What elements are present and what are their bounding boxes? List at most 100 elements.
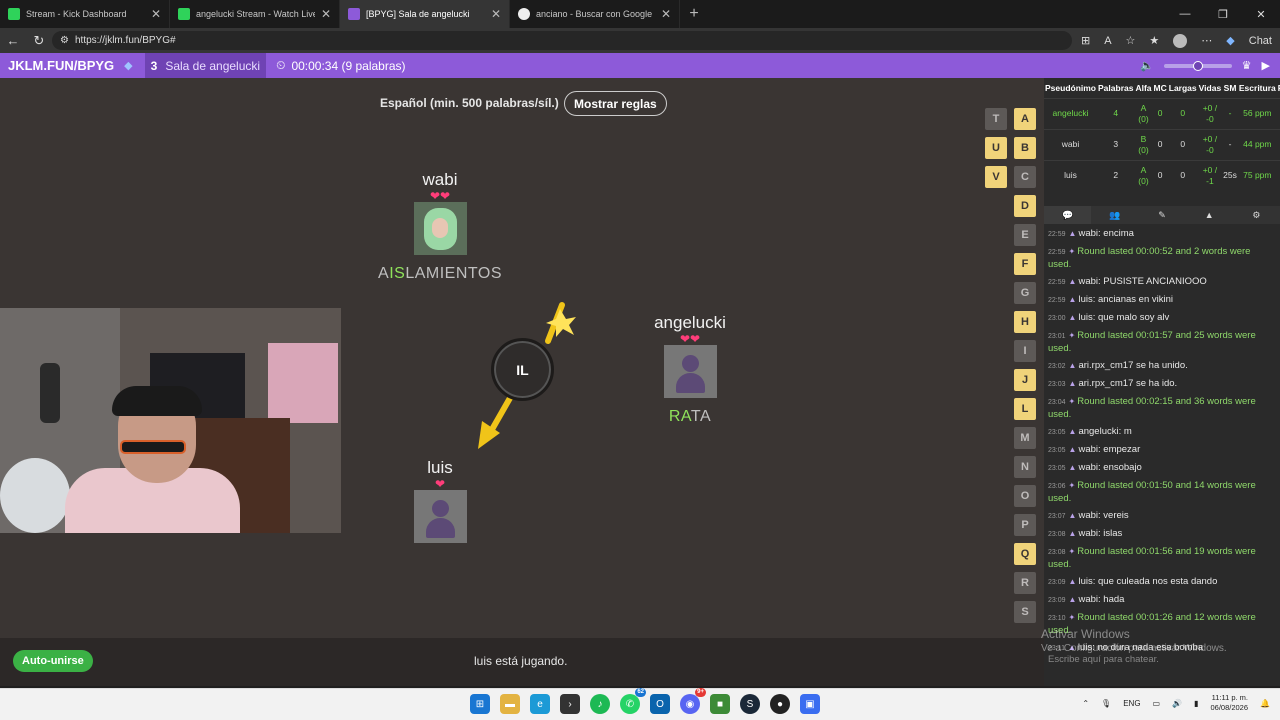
close-tab-icon[interactable]: ✕ xyxy=(151,7,161,21)
show-hidden-icons[interactable]: ⌃ xyxy=(1082,699,1089,708)
tab-google-search[interactable]: anciano - Buscar con Google ✕ xyxy=(510,0,680,28)
chat-input[interactable]: Escribe aquí para chatear. xyxy=(1048,654,1159,665)
chat-username[interactable]: wabi xyxy=(1078,228,1098,239)
chat-message: 23:09 ▲ luis: que culeada nos esta dando xyxy=(1048,576,1274,589)
user-badge-icon: ▲ xyxy=(1068,529,1077,538)
user-badge-icon: ▲ xyxy=(1068,379,1077,388)
app-available-icon[interactable]: ⊞ xyxy=(1081,34,1090,47)
chat-message: 23:07 ▲ wabi: vereis xyxy=(1048,510,1274,523)
steam-icon[interactable]: S xyxy=(740,694,760,714)
profile-avatar[interactable] xyxy=(1173,33,1188,48)
copilot-icon[interactable]: ◆ xyxy=(1226,34,1234,47)
input-language[interactable]: ENG xyxy=(1123,699,1140,708)
chat-username[interactable]: luis xyxy=(1078,312,1092,323)
chat-timestamp: 23:06 xyxy=(1048,483,1066,490)
chat-username[interactable]: luis xyxy=(1078,576,1092,587)
settings-tab-icon[interactable]: ⚙ xyxy=(1233,206,1280,224)
tab-jklm-room[interactable]: [BPYG] Sala de angelucki ✕ xyxy=(340,0,510,28)
jklm-icon xyxy=(348,8,360,20)
close-tab-icon[interactable]: ✕ xyxy=(661,7,671,21)
minecraft-icon[interactable]: ■ xyxy=(710,694,730,714)
scoreboard-table: Pseudónimo Palabras Alfa MC Largas Vidas… xyxy=(1044,78,1280,191)
column-header[interactable]: Pseudónimo xyxy=(1044,78,1097,98)
app-icon[interactable]: ▣ xyxy=(800,694,820,714)
chat-timestamp: 23:08 xyxy=(1048,549,1066,556)
column-header[interactable]: Vidas xyxy=(1198,78,1223,98)
lives-hearts: ❤❤ xyxy=(679,332,701,346)
clock-time: 11:11 p. m. xyxy=(1211,693,1249,702)
column-header[interactable]: Alfa xyxy=(1134,78,1152,98)
whatsapp-icon[interactable]: ✆ 62 xyxy=(620,688,646,714)
webcam-person-hair xyxy=(112,386,202,416)
column-header[interactable]: SM xyxy=(1222,78,1238,98)
players-tab-icon[interactable]: 👥 xyxy=(1091,206,1138,224)
edge-icon[interactable]: e xyxy=(530,694,550,714)
file-explorer-icon[interactable]: ▬ xyxy=(500,694,520,714)
outlook-icon[interactable]: O xyxy=(650,694,670,714)
chat-username[interactable]: wabi xyxy=(1078,510,1098,521)
speaker-icon[interactable]: 🔊 xyxy=(1172,699,1182,708)
more-options-icon[interactable]: ⋯ xyxy=(1201,34,1212,47)
stats-tab-icon[interactable]: ▲ xyxy=(1186,206,1233,224)
close-tab-icon[interactable]: ✕ xyxy=(321,7,331,21)
notifications-icon[interactable]: 🔔 xyxy=(1260,699,1270,708)
terminal-icon[interactable]: › xyxy=(560,694,580,714)
back-icon[interactable]: ← xyxy=(0,33,26,48)
chat-username[interactable]: angelucki xyxy=(1078,426,1118,437)
collapse-sidebar-icon[interactable]: ▶ xyxy=(1262,59,1270,72)
volume-slider[interactable] xyxy=(1163,60,1232,71)
chat-username[interactable]: luis xyxy=(1078,294,1092,305)
column-header[interactable]: Largas xyxy=(1168,78,1198,98)
chat-username[interactable]: wabi xyxy=(1078,528,1098,539)
browser-tab-bar: Stream - Kick Dashboard ✕ angelucki Stre… xyxy=(0,0,1280,28)
volume-knob[interactable] xyxy=(1192,60,1203,71)
chat-timestamp: 23:09 xyxy=(1048,579,1066,586)
chat-timestamp: 23:05 xyxy=(1048,429,1066,436)
favorites-icon[interactable]: ★ xyxy=(1149,34,1159,47)
bonus-letter-e: E xyxy=(1014,224,1036,246)
dictionary-tab-icon[interactable]: ✎ xyxy=(1138,206,1185,224)
network-icon[interactable]: ▭ xyxy=(1153,699,1161,708)
bomb-round-icon: ✦ xyxy=(1068,331,1076,340)
column-header[interactable]: Escritura xyxy=(1238,78,1277,98)
auto-join-button[interactable]: Auto-unirse xyxy=(13,650,93,672)
chat-timestamp: 23:05 xyxy=(1048,447,1066,454)
tab-kick-dashboard[interactable]: Stream - Kick Dashboard ✕ xyxy=(0,0,170,28)
refresh-icon[interactable]: ↻ xyxy=(26,33,52,49)
bomb-round-icon: ✦ xyxy=(1068,397,1076,406)
bonus-letter-u: U xyxy=(985,137,1007,159)
microphone-icon[interactable]: 🎙 xyxy=(1101,699,1111,708)
lives-hearts: ❤ xyxy=(434,477,446,491)
webcam-poster xyxy=(268,343,338,423)
room-code[interactable]: JKLM.FUN/BPYG xyxy=(0,58,114,73)
system-clock[interactable]: 11:11 p. m. 06/08/2026 xyxy=(1210,693,1248,713)
chat-tab-icon[interactable]: 💬 xyxy=(1044,206,1092,224)
close-tab-icon[interactable]: ✕ xyxy=(491,7,501,21)
minimize-icon[interactable]: — xyxy=(1166,0,1204,28)
site-info-icon[interactable]: ⚙ xyxy=(60,35,69,46)
spotify-icon[interactable]: ♪ xyxy=(590,694,610,714)
tab-kick-stream[interactable]: angelucki Stream - Watch Live on Kick ✕ xyxy=(170,0,340,28)
read-aloud-icon[interactable]: A xyxy=(1104,35,1111,47)
chat-username[interactable]: wabi xyxy=(1078,594,1098,605)
maximize-icon[interactable]: ❐ xyxy=(1204,0,1242,28)
battery-icon[interactable]: ▮ xyxy=(1194,699,1198,708)
column-header[interactable]: MC xyxy=(1153,78,1168,98)
crown-icon[interactable]: ♛ xyxy=(1242,59,1252,72)
column-header[interactable]: Palabras xyxy=(1097,78,1134,98)
show-rules-button[interactable]: Mostrar reglas xyxy=(564,91,667,116)
chat-username[interactable]: wabi xyxy=(1078,462,1098,473)
chat-username[interactable]: wabi xyxy=(1078,444,1098,455)
bomb-fuse-icon xyxy=(545,302,576,344)
new-tab-button[interactable]: + xyxy=(680,0,708,28)
discord-icon[interactable]: ◉ 9+ xyxy=(680,688,706,714)
chat-username[interactable]: wabi xyxy=(1078,276,1098,287)
default-avatar-body xyxy=(675,373,705,393)
close-window-icon[interactable]: ✕ xyxy=(1242,0,1280,28)
start-menu-icon[interactable]: ⊞ xyxy=(470,694,490,714)
url-field[interactable]: ⚙ https://jklm.fun/BPYG# xyxy=(52,31,1072,50)
favorite-star-icon[interactable]: ☆ xyxy=(1126,34,1136,47)
chat-button[interactable]: Chat xyxy=(1249,35,1272,47)
volume-icon[interactable]: 🔈 xyxy=(1140,59,1154,72)
obs-icon[interactable]: ● xyxy=(770,694,790,714)
